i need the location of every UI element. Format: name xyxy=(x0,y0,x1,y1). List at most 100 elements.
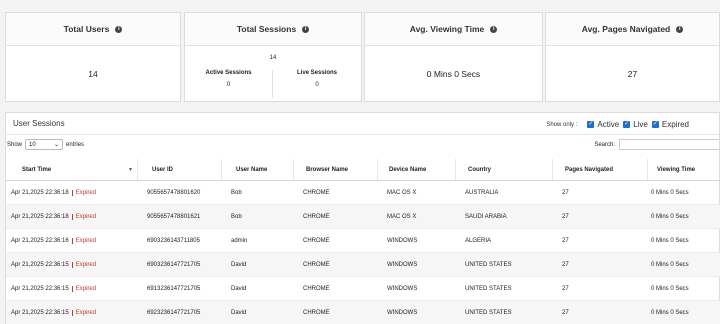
user-name-cell: David xyxy=(231,261,247,268)
total-users-header: Total Users i xyxy=(6,13,180,46)
total-sessions-body: 14 Active Sessions 0 Live Sessions 0 xyxy=(185,46,361,102)
avg-pages-value: 27 xyxy=(627,69,638,79)
status-badge: Expired xyxy=(71,213,96,220)
table-row[interactable]: Apr 21,2025 22:36:15 Expired 6903236147721… xyxy=(6,253,720,277)
browser-cell: CHROME xyxy=(303,261,330,268)
start-time-cell: Apr 21,2025 22:36:18 Expired xyxy=(11,181,138,204)
user-name-cell: admin xyxy=(231,237,248,244)
info-icon[interactable]: i xyxy=(302,25,310,33)
entries-label: entries xyxy=(66,141,85,148)
browser-cell: CHROME xyxy=(303,189,330,196)
viewing-time-cell: 0 Mins 0 Secs xyxy=(651,189,689,196)
status-badge: Expired xyxy=(71,261,96,268)
browser-cell: CHROME xyxy=(303,213,330,220)
pages-cell: 27 xyxy=(562,309,569,316)
status-badge: Expired xyxy=(71,237,96,244)
avg-pages-label: Avg. Pages Navigated xyxy=(581,24,671,34)
user-id-cell: 6923236147721705 xyxy=(147,309,201,316)
viewing-time-cell: 0 Mins 0 Secs xyxy=(651,261,689,268)
filter-live-checkbox[interactable]: ✓ Live xyxy=(623,120,648,129)
status-badge: Expired xyxy=(71,309,96,316)
info-icon[interactable]: i xyxy=(676,25,684,33)
show-only-filters: Show only : ✓ Active ✓ Live ✓ Expired xyxy=(546,120,689,129)
total-users-value: 14 xyxy=(88,69,98,79)
table-body: Apr 21,2025 22:36:18 Expired 9055657478801… xyxy=(6,181,720,324)
start-time: Apr 21,2025 22:36:16 xyxy=(11,237,69,244)
user-name-cell: Bob xyxy=(231,213,242,220)
browser-cell: CHROME xyxy=(303,285,330,292)
table-row[interactable]: Apr 21,2025 22:36:16 Expired 6903236143711… xyxy=(6,229,720,253)
user-name-cell: David xyxy=(231,309,247,316)
total-sessions-label: Total Sessions xyxy=(236,24,297,34)
checkmark-icon: ✓ xyxy=(587,121,595,128)
start-time-cell: Apr 21,2025 22:36:15 Expired xyxy=(11,253,138,276)
total-sessions-card: Total Sessions i 14 Active Sessions 0 Li… xyxy=(184,12,362,102)
total-sessions-value: 14 xyxy=(269,55,277,61)
table-row[interactable]: Apr 21,2025 22:36:15 Expired 6923236147721… xyxy=(6,301,720,324)
user-name-cell: Bob xyxy=(231,189,242,196)
active-sessions: Active Sessions 0 xyxy=(185,70,273,98)
viewing-time-cell: 0 Mins 0 Secs xyxy=(651,309,689,316)
page-size-select[interactable]: 10 ⌄ xyxy=(25,139,64,150)
info-icon[interactable]: i xyxy=(490,25,498,33)
pages-cell: 27 xyxy=(562,237,569,244)
column-header-device-name[interactable]: Device Name xyxy=(379,159,456,180)
user-name-cell: David xyxy=(231,285,247,292)
avg-pages-header: Avg. Pages Navigated i xyxy=(546,13,719,46)
divider xyxy=(6,134,719,135)
search-input[interactable] xyxy=(619,139,719,150)
column-header-viewing-time[interactable]: Viewing Time xyxy=(649,159,720,180)
table-row[interactable]: Apr 21,2025 22:36:15 Expired 6913236147721… xyxy=(6,277,720,301)
viewing-time-cell: 0 Mins 0 Secs xyxy=(651,213,689,220)
table-row[interactable]: Apr 21,2025 22:36:18 Expired 9055657478801… xyxy=(6,205,720,229)
filter-expired-checkbox[interactable]: ✓ Expired xyxy=(651,120,689,129)
active-sessions-value: 0 xyxy=(226,82,231,88)
filter-active-checkbox[interactable]: ✓ Active xyxy=(587,120,619,129)
start-time-cell: Apr 21,2025 22:36:15 Expired xyxy=(11,277,138,300)
info-icon[interactable]: i xyxy=(115,25,123,33)
browser-cell: CHROME xyxy=(303,237,330,244)
sort-desc-icon: ▼ xyxy=(128,166,133,173)
column-header-user-id[interactable]: User ID xyxy=(139,159,222,180)
status-badge: Expired xyxy=(71,285,96,292)
avg-viewing-time-label: Avg. Viewing Time xyxy=(409,24,485,34)
column-header-start-time[interactable]: Start Time ▼ xyxy=(11,159,138,180)
device-cell: WINDOWS xyxy=(387,285,418,292)
table-row[interactable]: Apr 21,2025 22:36:18 Expired 9055657478801… xyxy=(6,181,720,205)
column-header-user-name[interactable]: User Name xyxy=(223,159,294,180)
table-header: Start Time ▼ User ID User Name Browser N… xyxy=(6,159,720,181)
country-cell: ALGERIA xyxy=(465,237,492,244)
total-users-label: Total Users xyxy=(63,24,110,34)
status-badge: Expired xyxy=(71,189,96,196)
show-label: Show xyxy=(7,141,23,148)
pages-cell: 27 xyxy=(562,189,569,196)
avg-viewing-time-card: Avg. Viewing Time i 0 Mins 0 Secs xyxy=(364,12,543,102)
start-time: Apr 21,2025 22:36:15 xyxy=(11,261,69,268)
show-only-label: Show only : xyxy=(546,121,578,128)
device-cell: WINDOWS xyxy=(387,261,418,268)
user-id-cell: 6903236147721705 xyxy=(147,261,201,268)
avg-pages-card: Avg. Pages Navigated i 27 xyxy=(545,12,720,102)
device-cell: WINDOWS xyxy=(387,237,418,244)
pages-cell: 27 xyxy=(562,261,569,268)
checkmark-icon: ✓ xyxy=(623,121,631,128)
user-id-cell: 6903236143711805 xyxy=(147,237,200,244)
search-control: Search: xyxy=(594,139,719,150)
country-cell: UNITED STATES xyxy=(465,285,512,292)
user-id-cell: 6913236147721705 xyxy=(147,285,201,292)
live-sessions-label: Live Sessions xyxy=(296,70,338,76)
device-cell: MAC OS X xyxy=(387,189,417,196)
start-time: Apr 21,2025 22:36:18 xyxy=(11,189,69,196)
filter-expired-label: Expired xyxy=(661,120,689,129)
sessions-table: Start Time ▼ User ID User Name Browser N… xyxy=(6,159,720,324)
column-header-country[interactable]: Country xyxy=(457,159,553,180)
column-header-pages-navigated[interactable]: Pages Navigated xyxy=(554,159,648,180)
checkmark-icon: ✓ xyxy=(651,121,659,128)
live-sessions-value: 0 xyxy=(315,82,319,88)
column-header-browser-name[interactable]: Browser Name xyxy=(295,159,378,180)
start-time-cell: Apr 21,2025 22:36:16 Expired xyxy=(11,229,138,252)
user-sessions-panel: User Sessions Show only : ✓ Active ✓ Liv… xyxy=(5,112,720,324)
device-cell: WINDOWS xyxy=(387,309,418,316)
start-time: Apr 21,2025 22:36:18 xyxy=(11,213,69,220)
user-id-cell: 9055657478801621 xyxy=(147,213,201,220)
